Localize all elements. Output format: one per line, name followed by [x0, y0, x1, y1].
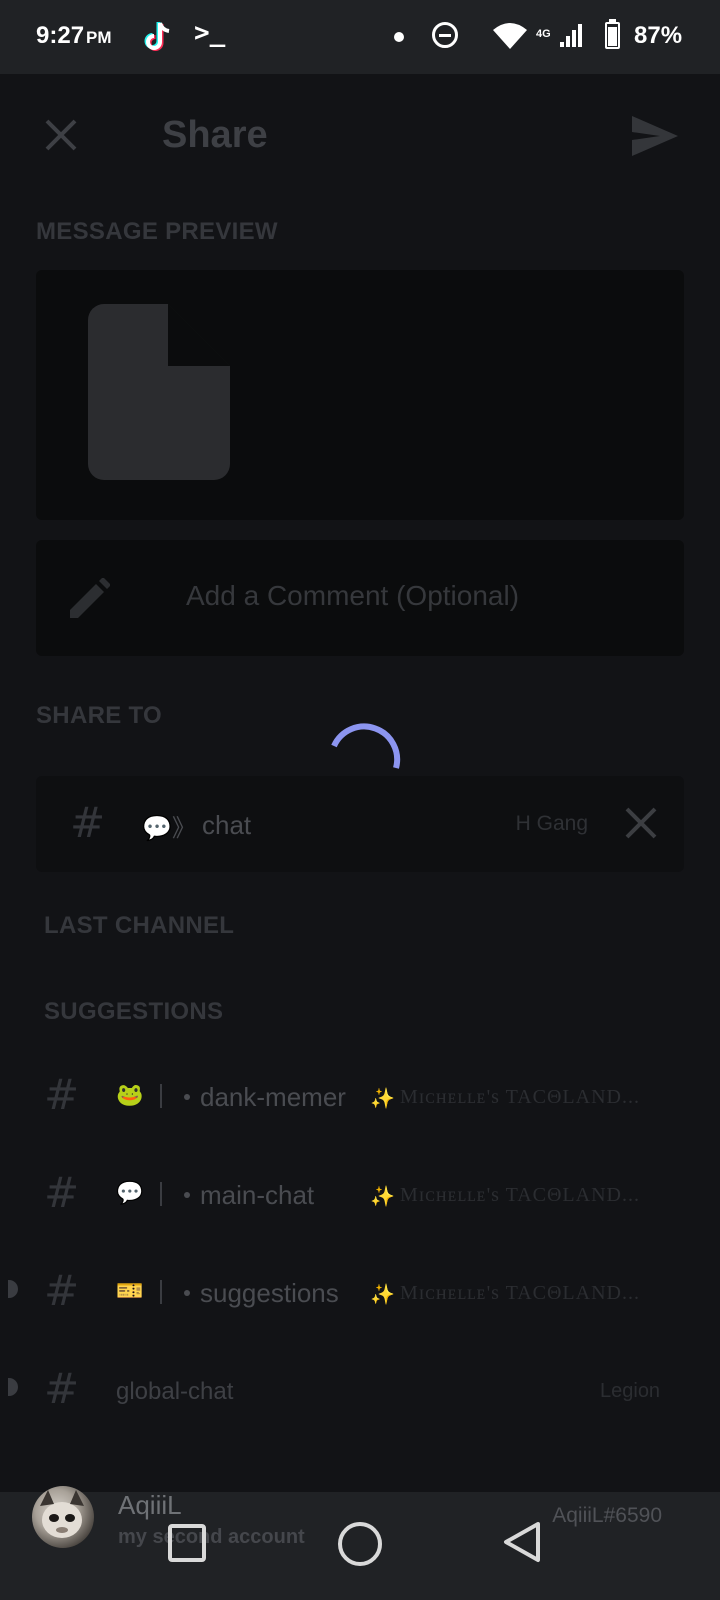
account-tag: AqiiiL#6590 [552, 1504, 662, 1527]
network-type: 4G [536, 28, 551, 40]
comment-field[interactable]: Add a Comment (Optional) [36, 540, 684, 656]
status-time: 9:27 PM [36, 22, 112, 49]
channel-emoji-prefix: 💬》 [142, 815, 196, 842]
channel-emoji: 🎫 [116, 1278, 144, 1303]
bullet [184, 1192, 190, 1198]
server-emoji: ✨ [370, 1284, 396, 1306]
remove-target-icon[interactable] [624, 806, 658, 840]
message-preview-box [36, 270, 684, 520]
separator [160, 1182, 162, 1206]
suggestions-label: SUGGESTIONS [44, 998, 224, 1025]
avatar [32, 1486, 94, 1548]
bullet [184, 1094, 190, 1100]
channel-hash-icon: # [44, 1266, 80, 1315]
battery-icon [605, 19, 620, 49]
channel-hash-icon: # [70, 798, 106, 847]
server-name: Mɪᴄʜᴇʟʟᴇ's TACΘLAND... [400, 1086, 640, 1108]
tiktok-icon [144, 22, 170, 51]
loading-spinner-icon [331, 723, 401, 769]
share-server-name: H Gang [515, 812, 588, 835]
separator [160, 1280, 162, 1304]
suggestion-row[interactable]: # global-chat Legion [0, 1342, 720, 1432]
channel-hash-icon: # [44, 1070, 80, 1119]
channel-name: suggestions [200, 1278, 339, 1308]
pencil-icon [70, 578, 110, 618]
terminal-icon: >_ [194, 18, 226, 48]
navigation-bar: AqiiiL my second account AqiiiL#6590 [0, 1486, 720, 1600]
wifi-icon [493, 23, 527, 49]
server-name: Mɪᴄʜᴇʟʟᴇ's TACΘLAND... [400, 1184, 640, 1206]
server-name: Mɪᴄʜᴇʟʟᴇ's TACΘLAND... [400, 1282, 640, 1304]
channel-name: dank-memer [200, 1082, 346, 1112]
bullet [184, 1290, 190, 1296]
suggestion-row[interactable]: # 🐸 dank-memer ✨ Mɪᴄʜᴇʟʟᴇ's TACΘLAND... [0, 1048, 720, 1138]
status-bar: 9:27 PM >_ 4G 87% [0, 0, 720, 74]
share-to-label: SHARE TO [36, 702, 162, 729]
channel-emoji: 🐸 [116, 1082, 144, 1107]
channel-emoji: 💬 [116, 1180, 144, 1205]
server-emoji: ✨ [370, 1088, 396, 1110]
send-icon[interactable] [630, 114, 680, 158]
suggestion-row[interactable]: # 🎫 suggestions ✨ Mɪᴄʜᴇʟʟᴇ's TACΘLAND... [0, 1244, 720, 1334]
channel-name: global-chat [116, 1378, 234, 1405]
page-title: Share [162, 114, 268, 156]
server-emoji: ✨ [370, 1186, 396, 1208]
channel-hash-icon: # [44, 1364, 80, 1413]
close-icon[interactable] [44, 118, 78, 152]
unread-indicator [8, 1378, 18, 1396]
do-not-disturb-icon [432, 22, 458, 48]
account-name: AqiiiL [118, 1490, 182, 1520]
back-button[interactable] [502, 1520, 542, 1564]
account-subtitle: my second account [118, 1526, 305, 1548]
last-channel-label: LAST CHANNEL [44, 912, 235, 939]
message-preview-label: MESSAGE PREVIEW [36, 218, 278, 245]
signal-icon [560, 24, 582, 47]
share-channel-name: chat [202, 810, 252, 840]
file-icon [88, 304, 230, 480]
battery-percent: 87% [634, 22, 683, 49]
separator [160, 1084, 162, 1108]
channel-name: main-chat [200, 1180, 315, 1210]
server-name: Legion [600, 1380, 661, 1402]
home-button[interactable] [338, 1522, 382, 1566]
channel-hash-icon: # [44, 1168, 80, 1217]
suggestion-row[interactable]: # 💬 main-chat ✨ Mɪᴄʜᴇʟʟᴇ's TACΘLAND... [0, 1146, 720, 1236]
unread-indicator [8, 1280, 18, 1298]
notification-dot-icon [394, 32, 404, 42]
recent-apps-button[interactable] [168, 1524, 206, 1562]
comment-placeholder: Add a Comment (Optional) [186, 580, 520, 611]
